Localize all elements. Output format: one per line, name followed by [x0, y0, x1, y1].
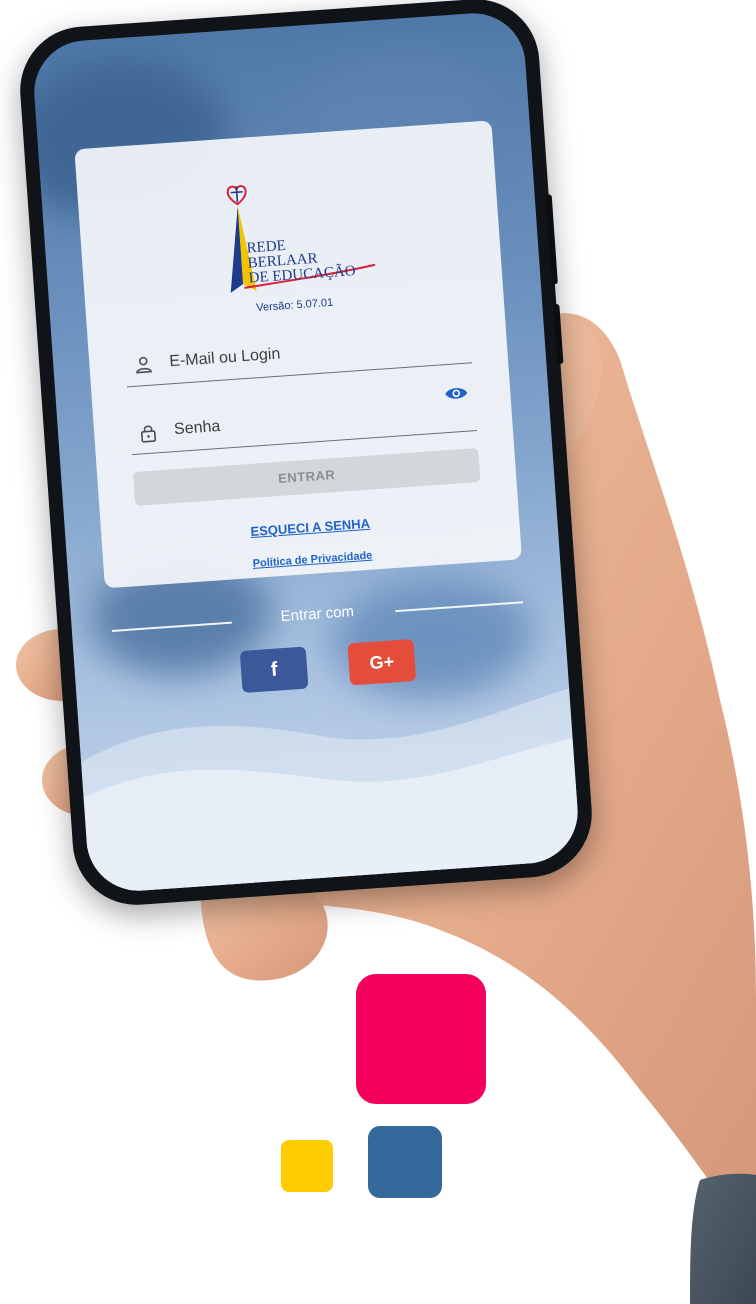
phone: REDE BERLAAR DE EDUCAÇÃO Versão: 5.07.01… — [15, 0, 597, 910]
google-login-button[interactable]: G+ — [347, 638, 417, 686]
login-field[interactable]: E-Mail ou Login — [123, 318, 473, 388]
show-password-icon[interactable] — [444, 385, 469, 403]
logo-text: REDE BERLAAR DE EDUCAÇÃO — [246, 237, 357, 287]
lock-icon — [140, 425, 157, 443]
phone-screen: REDE BERLAAR DE EDUCAÇÃO Versão: 5.07.01… — [30, 9, 582, 895]
user-icon — [136, 356, 152, 374]
password-field[interactable]: Senha — [128, 385, 477, 456]
login-card: REDE BERLAAR DE EDUCAÇÃO Versão: 5.07.01… — [74, 120, 523, 589]
wave-decoration — [81, 688, 582, 895]
facebook-login-button[interactable]: f — [239, 646, 309, 694]
decorative-square-yellow — [281, 1140, 333, 1192]
decorative-square-pink — [356, 974, 486, 1104]
login-button[interactable]: ENTRAR — [132, 447, 481, 507]
decorative-square-blue — [368, 1126, 442, 1198]
login-input[interactable]: E-Mail ou Login — [169, 346, 281, 372]
privacy-policy-link[interactable]: Política de Privacidade — [104, 539, 522, 580]
stage: REDE BERLAAR DE EDUCAÇÃO Versão: 5.07.01… — [0, 0, 756, 1304]
password-input[interactable]: Senha — [174, 418, 221, 439]
